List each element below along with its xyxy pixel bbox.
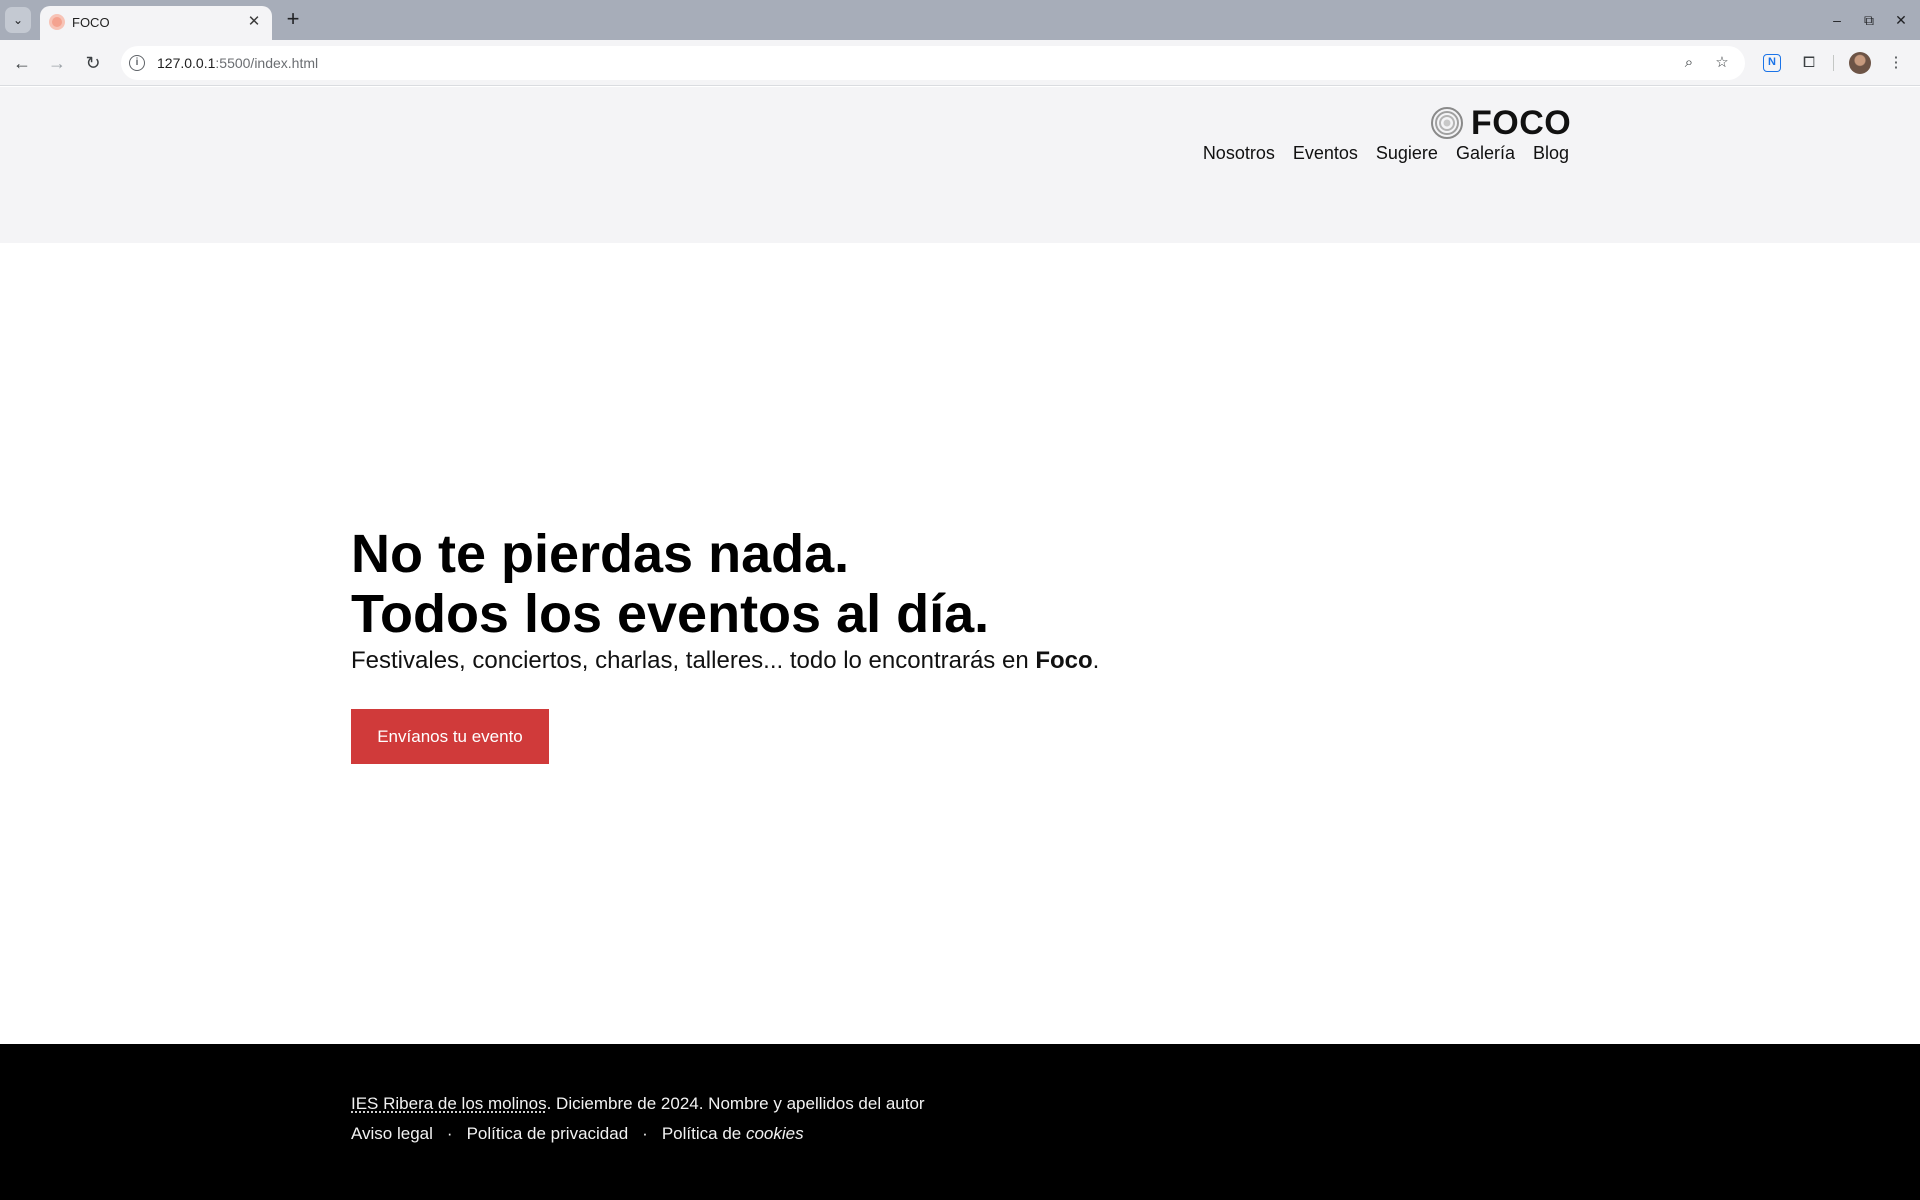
footer-separator: · [446,1124,453,1143]
url-text[interactable]: 127.0.0.1:5500/index.html [157,55,318,71]
hero-title: No te pierdas nada. Todos los eventos al… [351,524,1099,644]
hero-title-line2: Todos los eventos al día. [351,584,990,644]
cookies-policy-prefix: Política de [661,1124,746,1143]
browser-tab[interactable]: FOCO ✕ [40,6,272,40]
back-icon[interactable]: ← [8,49,36,77]
reload-icon[interactable]: ↻ [79,49,107,77]
nav-link-sugiere[interactable]: Sugiere [1376,143,1438,164]
legal-notice-link[interactable]: Aviso legal [351,1124,433,1144]
extension-icon[interactable]: N [1763,54,1781,72]
hero-subtitle-text: Festivales, conciertos, charlas, tallere… [351,647,1036,674]
star-icon[interactable]: ☆ [1711,52,1733,74]
cookies-policy-em: cookies [745,1124,804,1143]
browser-tabstrip: ⌄ FOCO ✕ + – ⧉ ✕ [0,0,1920,40]
hero-title-line1: No te pierdas nada. [351,524,850,584]
page-content: FOCO Nosotros Eventos Sugiere Galería Bl… [0,87,1920,1200]
foco-logo-icon [1431,107,1463,139]
footer-credits: IES Ribera de los molinos. Diciembre de … [351,1094,925,1114]
avatar[interactable] [1849,52,1871,74]
footer-separator: · [642,1124,648,1143]
info-icon[interactable]: i [129,55,145,71]
privacy-policy-link[interactable]: Política de privacidad [467,1124,629,1144]
plus-icon[interactable]: + [280,7,306,33]
minimize-icon[interactable]: – [1824,8,1850,32]
browser-toolbar: ← → ↻ i 127.0.0.1:5500/index.html ⌕ ☆ N … [0,40,1920,86]
nav-link-eventos[interactable]: Eventos [1293,143,1358,164]
nav-link-blog[interactable]: Blog [1533,143,1569,164]
nav-link-nosotros[interactable]: Nosotros [1203,143,1275,164]
kebab-menu-icon[interactable]: ⋮ [1883,50,1909,76]
nav-link-galeria[interactable]: Galería [1456,143,1515,164]
tab-search-icon[interactable]: ⌄ [5,7,31,33]
puzzle-icon[interactable]: ⧠ [1796,50,1822,76]
address-bar[interactable]: i 127.0.0.1:5500/index.html ⌕ ☆ [121,46,1745,80]
window-close-icon[interactable]: ✕ [1888,8,1914,32]
hero-section: No te pierdas nada. Todos los eventos al… [351,524,1099,764]
institution-link[interactable]: IES Ribera de los molinos [351,1094,547,1113]
url-path: :5500/index.html [215,55,319,71]
zoom-icon[interactable]: ⌕ [1678,52,1700,74]
tab-title: FOCO [72,15,110,30]
brand-name: FOCO [1471,104,1572,142]
main-nav: Nosotros Eventos Sugiere Galería Blog [1203,143,1569,164]
hero-subtitle-brand: Foco [1035,647,1093,674]
site-footer: IES Ribera de los molinos. Diciembre de … [0,1044,1920,1200]
restore-icon[interactable]: ⧉ [1856,8,1882,32]
hero-subtitle: Festivales, conciertos, charlas, tallere… [351,646,1099,676]
send-event-button[interactable]: Envíanos tu evento [351,709,549,764]
url-host: 127.0.0.1 [157,55,216,71]
footer-credits-text: . Diciembre de 2024. Nombre y apellidos … [546,1094,925,1113]
favicon-icon [49,14,65,30]
hero-subtitle-end: . [1092,647,1100,674]
cookies-policy-link[interactable]: Política de cookies [662,1124,804,1144]
site-header: FOCO Nosotros Eventos Sugiere Galería Bl… [0,87,1920,243]
toolbar-divider [1833,55,1834,71]
close-icon[interactable]: ✕ [244,12,264,32]
forward-icon[interactable]: → [43,49,71,77]
footer-links: Aviso legal · Política de privacidad · P… [351,1124,804,1144]
